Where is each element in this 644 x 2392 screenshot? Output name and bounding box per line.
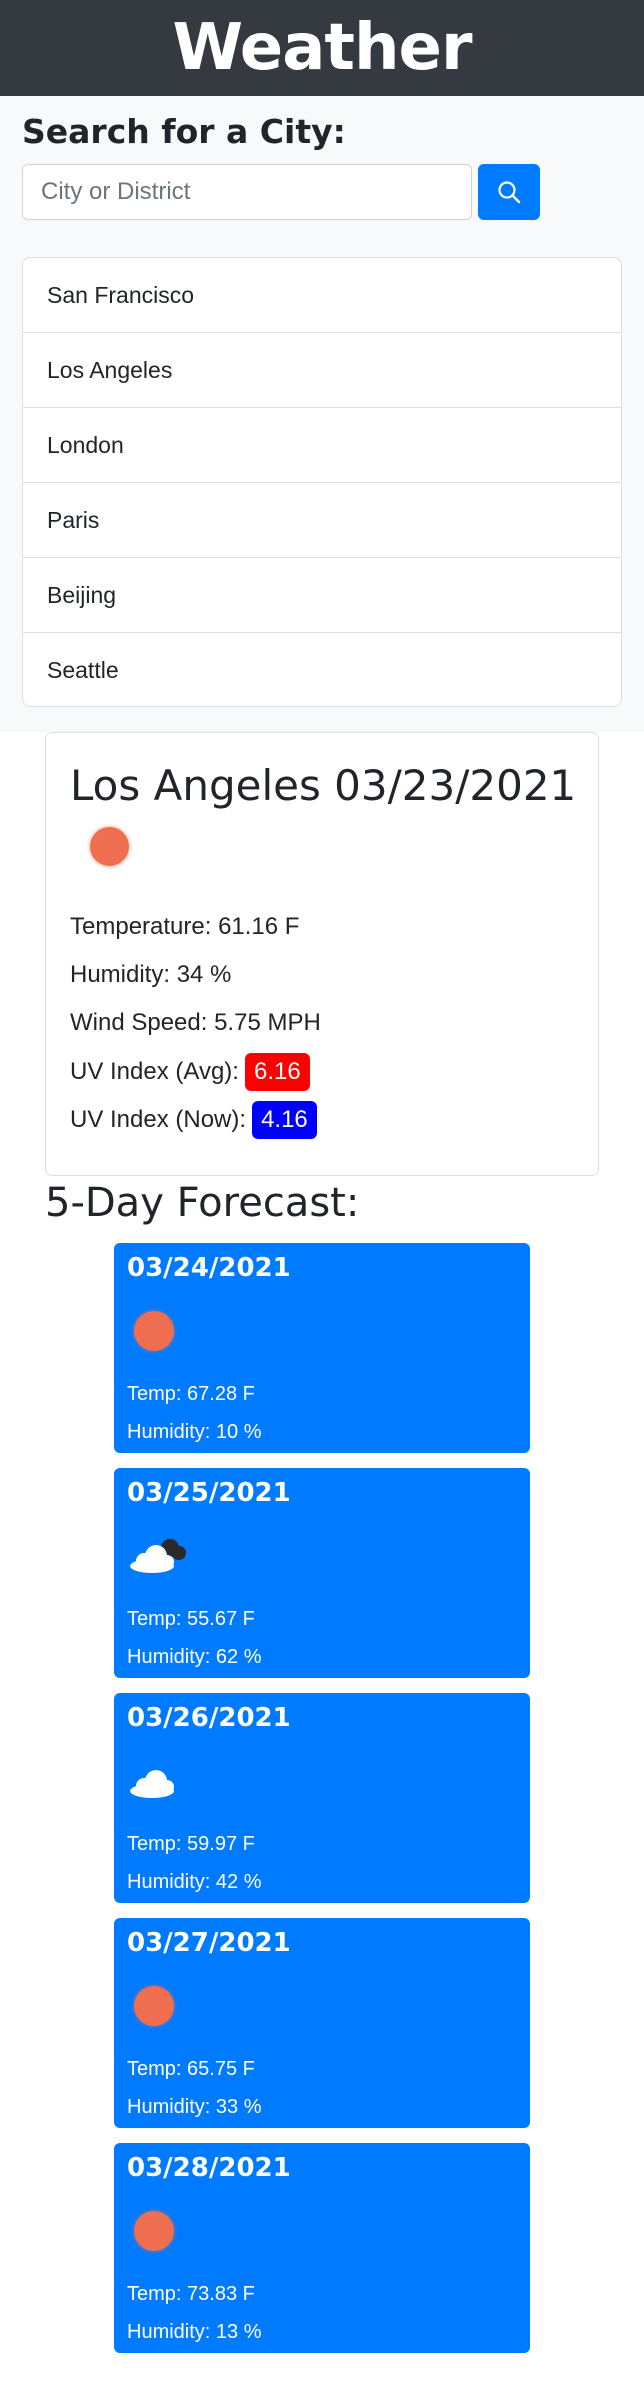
- forecast-humidity: Humidity: 13 %: [127, 2321, 262, 2343]
- uv-index-avg-badge: 6.16: [244, 1053, 310, 1091]
- uv-index-avg-row: UV Index (Avg): 6.16: [70, 1053, 310, 1091]
- current-humidity: Humidity: 34 %: [70, 961, 232, 988]
- uv-index-now-row: UV Index (Now): 4.16: [70, 1101, 317, 1139]
- forecast-card: 03/28/2021 Temp: 73.83 F Humidity: 13 %: [114, 2143, 530, 2353]
- forecast-date: 03/27/2021: [127, 1928, 291, 1958]
- uv-index-now-label: UV Index (Now):: [70, 1106, 247, 1133]
- sun-icon: [134, 1311, 174, 1351]
- search-icon: [498, 181, 521, 204]
- forecast-card: 03/27/2021 Temp: 65.75 F Humidity: 33 %: [114, 1918, 530, 2128]
- sun-icon: [134, 1986, 174, 2026]
- search-button[interactable]: [478, 164, 540, 220]
- current-wind-speed: Wind Speed: 5.75 MPH: [70, 1009, 321, 1036]
- forecast-card: 03/26/2021 Temp: 59.97 F Humidity: 42 %: [114, 1693, 530, 1903]
- forecast-title: 5-Day Forecast:: [45, 1180, 360, 1226]
- forecast-date: 03/28/2021: [127, 2153, 291, 2183]
- forecast-card: 03/24/2021 Temp: 67.28 F Humidity: 10 %: [114, 1243, 530, 1453]
- city-search-input[interactable]: [22, 164, 472, 220]
- sun-icon: [134, 2211, 174, 2251]
- forecast-humidity: Humidity: 42 %: [127, 1871, 262, 1893]
- city-history-list: San Francisco Los Angeles London Paris B…: [22, 257, 622, 707]
- forecast-temp: Temp: 59.97 F: [127, 1833, 255, 1855]
- city-item-london[interactable]: London: [23, 408, 621, 483]
- forecast-temp: Temp: 67.28 F: [127, 1383, 255, 1405]
- forecast-date: 03/24/2021: [127, 1253, 291, 1283]
- partly-cloudy-icon: [130, 1539, 186, 1573]
- forecast-date: 03/25/2021: [127, 1478, 291, 1508]
- forecast-card: 03/25/2021 Temp: 55.67 F Humidity: 62 %: [114, 1468, 530, 1678]
- cloud-icon: [130, 1770, 174, 1798]
- current-city-heading: Los Angeles 03/23/2021: [70, 761, 577, 810]
- city-item-beijing[interactable]: Beijing: [23, 558, 621, 633]
- city-item-paris[interactable]: Paris: [23, 483, 621, 558]
- city-item-los-angeles[interactable]: Los Angeles: [23, 333, 621, 408]
- forecast-temp: Temp: 65.75 F: [127, 2058, 255, 2080]
- city-item-san-francisco[interactable]: San Francisco: [23, 258, 621, 333]
- forecast-temp: Temp: 55.67 F: [127, 1608, 255, 1630]
- forecast-date: 03/26/2021: [127, 1703, 291, 1733]
- current-temperature: Temperature: 61.16 F: [70, 913, 300, 940]
- app-header: Weather Dashboard: [0, 0, 644, 181]
- search-title: Search for a City:: [22, 112, 346, 151]
- uv-index-avg-label: UV Index (Avg):: [70, 1058, 239, 1085]
- sun-icon: [90, 827, 129, 866]
- current-weather-card: Los Angeles 03/23/2021 Temperature: 61.1…: [45, 732, 599, 1176]
- forecast-humidity: Humidity: 10 %: [127, 1421, 262, 1443]
- uv-index-now-badge: 4.16: [252, 1101, 317, 1139]
- forecast-humidity: Humidity: 62 %: [127, 1646, 262, 1668]
- forecast-temp: Temp: 73.83 F: [127, 2283, 255, 2305]
- city-item-seattle[interactable]: Seattle: [23, 633, 621, 706]
- search-sidebar: Search for a City: San Francisco Los Ang…: [0, 96, 644, 732]
- forecast-humidity: Humidity: 33 %: [127, 2096, 262, 2118]
